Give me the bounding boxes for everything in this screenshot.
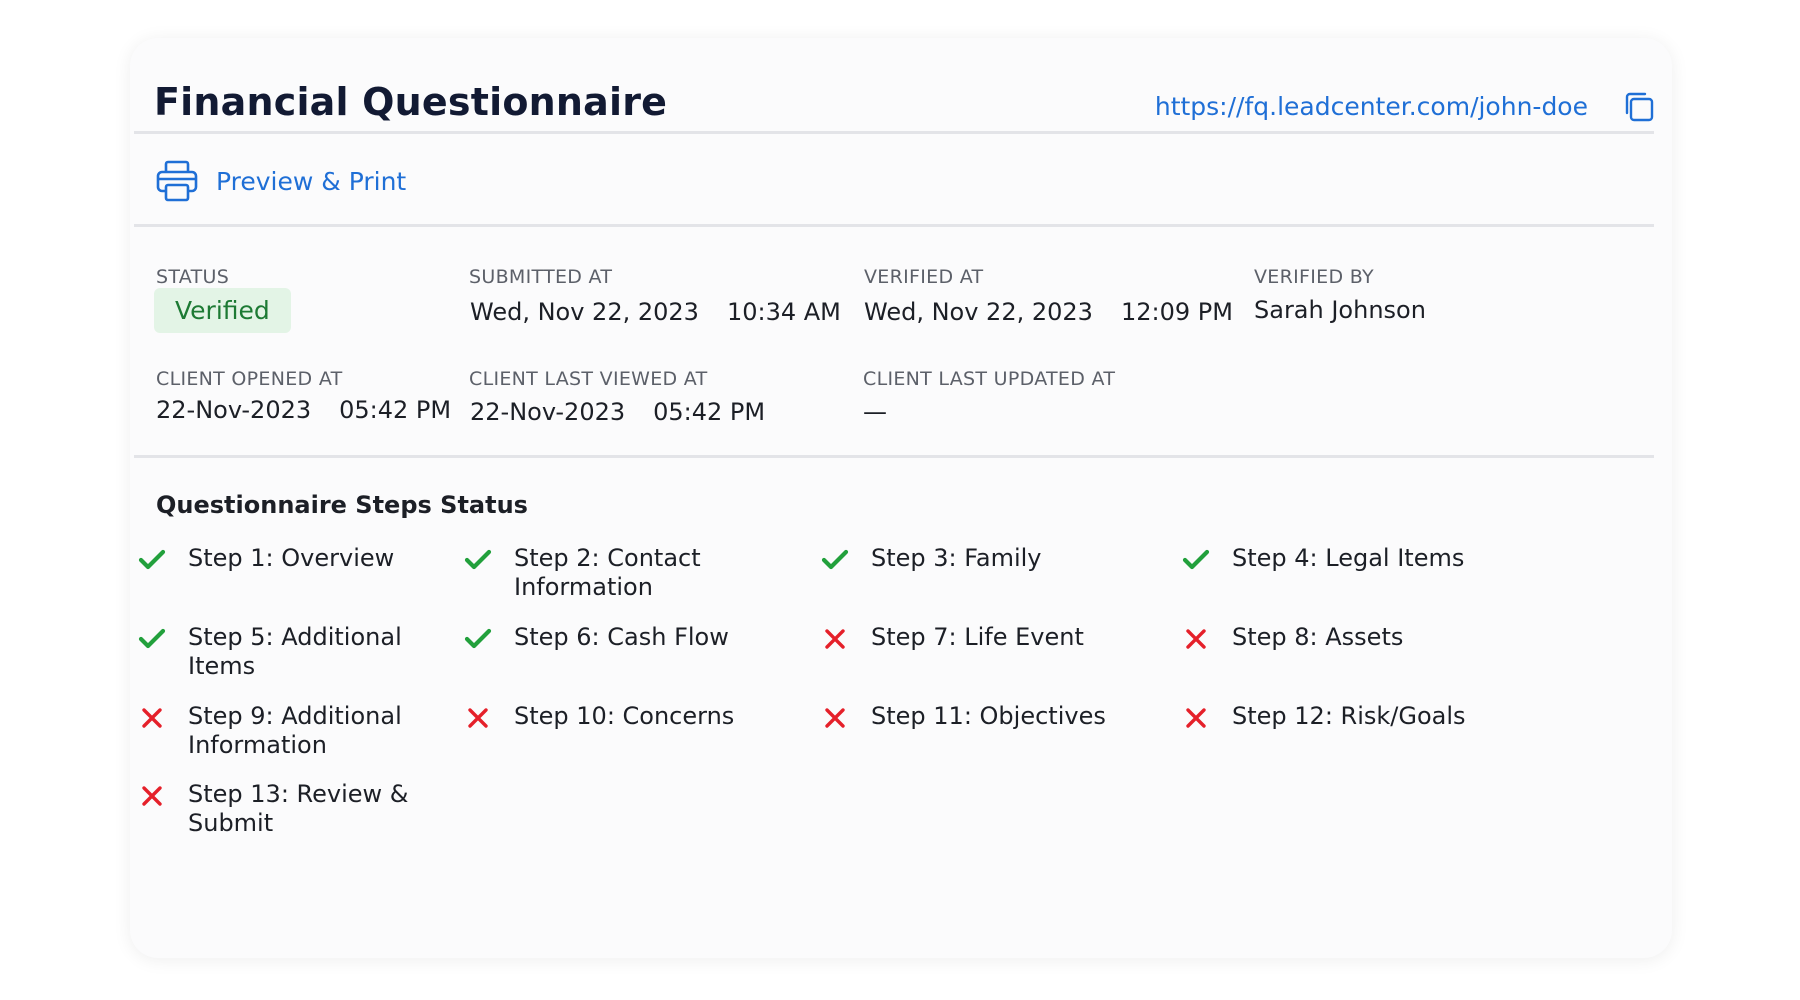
- step-item: Step 8: Assets: [1180, 623, 1500, 655]
- printer-icon: [156, 160, 198, 202]
- check-icon: [464, 549, 492, 570]
- cross-icon: [1186, 708, 1206, 728]
- submitted-at-label: SUBMITTED AT: [469, 266, 613, 288]
- step-label: Step 13: Review & Submit: [188, 780, 409, 837]
- step-item: Step 1: Overview: [136, 544, 456, 576]
- client-opened-at-time: 05:42 PM: [339, 396, 452, 424]
- check-icon: [821, 549, 849, 570]
- card-header: Financial Questionnaire https://fq.leadc…: [130, 38, 1672, 152]
- copy-icon[interactable]: [1622, 90, 1656, 124]
- step-item: Step 5: Additional Items: [136, 623, 456, 681]
- check-icon: [1182, 549, 1210, 570]
- actions-divider: [134, 224, 1654, 227]
- step-item: Step 10: Concerns: [462, 702, 782, 734]
- client-last-updated-at-label: CLIENT LAST UPDATED AT: [863, 368, 1116, 390]
- check-icon: [138, 549, 166, 570]
- step-label: Step 3: Family: [871, 544, 1042, 572]
- step-label: Step 1: Overview: [188, 544, 395, 572]
- client-last-viewed-at-date: 22-Nov-2023: [470, 398, 626, 426]
- verified-by-value: Sarah Johnson: [1254, 296, 1426, 324]
- verified-at-label: VERIFIED AT: [864, 266, 984, 288]
- step-item: Step 13: Review & Submit: [136, 780, 496, 838]
- submitted-at-date: Wed, Nov 22, 2023: [470, 298, 699, 326]
- step-label: Step 9: Additional Information: [188, 702, 402, 759]
- step-item: Step 4: Legal Items: [1180, 544, 1500, 576]
- page-title: Financial Questionnaire: [154, 80, 668, 124]
- step-item: Step 7: Life Event: [819, 623, 1139, 655]
- cross-icon: [1186, 629, 1206, 649]
- verified-at-value: Wed, Nov 22, 2023 12:09 PM: [864, 298, 1233, 326]
- step-label: Step 12: Risk/Goals: [1232, 702, 1466, 730]
- step-label: Step 6: Cash Flow: [514, 623, 729, 651]
- step-label: Step 7: Life Event: [871, 623, 1084, 651]
- status-label: STATUS: [156, 266, 230, 288]
- cross-icon: [468, 708, 488, 728]
- step-item: Step 12: Risk/Goals: [1180, 702, 1500, 734]
- cross-icon: [825, 708, 845, 728]
- questionnaire-url-link[interactable]: https://fq.leadcenter.com/john-doe: [1155, 92, 1588, 121]
- cross-icon: [142, 708, 162, 728]
- client-last-updated-at-value: —: [863, 398, 887, 426]
- step-item: Step 11: Objectives: [819, 702, 1139, 734]
- client-last-viewed-at-value: 22-Nov-2023 05:42 PM: [470, 398, 765, 426]
- submitted-at-value: Wed, Nov 22, 2023 10:34 AM: [470, 298, 841, 326]
- step-label: Step 4: Legal Items: [1232, 544, 1465, 572]
- status-badge: Verified: [154, 288, 291, 333]
- header-divider: [134, 131, 1654, 134]
- client-opened-at-date: 22-Nov-2023: [156, 396, 312, 424]
- step-item: Step 2: Contact Information: [462, 544, 782, 602]
- steps-section-title: Questionnaire Steps Status: [156, 491, 528, 519]
- check-icon: [464, 628, 492, 649]
- cross-icon: [142, 786, 162, 806]
- client-opened-at-label: CLIENT OPENED AT: [156, 368, 343, 390]
- step-label: Step 2: Contact Information: [514, 544, 701, 601]
- preview-print-button[interactable]: Preview & Print: [154, 156, 406, 206]
- preview-print-label: Preview & Print: [216, 166, 407, 196]
- verified-at-date: Wed, Nov 22, 2023: [864, 298, 1093, 326]
- step-label: Step 10: Concerns: [514, 702, 735, 730]
- step-item: Step 6: Cash Flow: [462, 623, 782, 655]
- client-last-viewed-at-time: 05:42 PM: [653, 398, 766, 426]
- check-icon: [138, 628, 166, 649]
- client-opened-at-value: 22-Nov-2023 05:42 PM: [156, 396, 451, 424]
- meta-divider: [134, 455, 1654, 458]
- step-label: Step 5: Additional Items: [188, 623, 402, 680]
- submitted-at-time: 10:34 AM: [726, 298, 841, 326]
- questionnaire-card: Financial Questionnaire https://fq.leadc…: [130, 38, 1672, 958]
- cross-icon: [825, 629, 845, 649]
- verified-by-label: VERIFIED BY: [1254, 266, 1374, 288]
- client-last-viewed-at-label: CLIENT LAST VIEWED AT: [469, 368, 708, 390]
- verified-at-time: 12:09 PM: [1120, 298, 1233, 326]
- step-label: Step 11: Objectives: [871, 702, 1106, 730]
- step-item: Step 9: Additional Information: [136, 702, 456, 760]
- step-item: Step 3: Family: [819, 544, 1139, 576]
- step-label: Step 8: Assets: [1232, 623, 1404, 651]
